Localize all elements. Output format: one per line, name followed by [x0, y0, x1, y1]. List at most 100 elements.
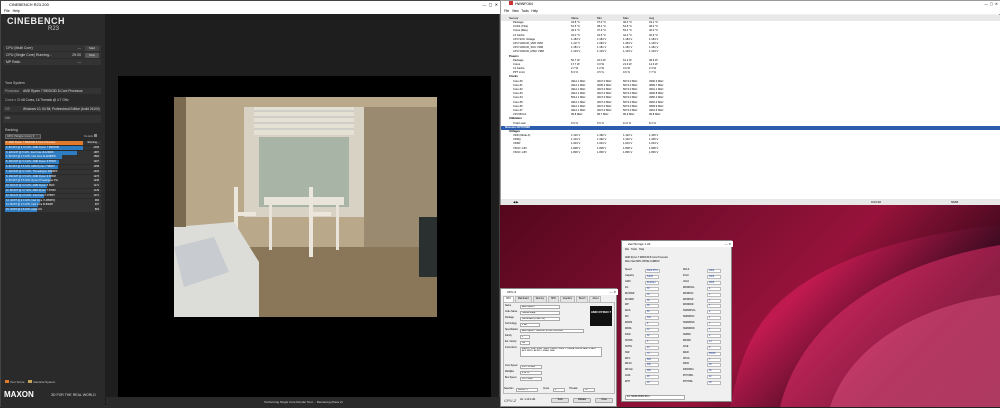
- window-controls[interactable]: — ✕: [725, 241, 731, 247]
- timing-value: 6000 MT/s: [645, 269, 660, 273]
- cpuz-field-label: Technology: [505, 323, 517, 325]
- sensor-avg: 1.806 V: [649, 150, 659, 154]
- cinebench-window: CINEBENCH R23.200 — ▢ ✕ File Help CINEBE…: [0, 0, 501, 408]
- window-title: CPU-Z: [507, 290, 517, 294]
- ranking-row[interactable]: 1. AMD Ryzen 7 9800X3D 8-Core Processor R…: [5, 141, 101, 146]
- ranking-score: 894: [94, 208, 99, 212]
- sensor-row[interactable]: VSOC 1.8V 1.806 V 1.806 V 1.806 V 1.806 V: [501, 151, 1000, 155]
- sys-label: Cores x GHz: [5, 98, 24, 102]
- render-unrendered-left: [118, 76, 174, 397]
- ranking-row[interactable]: 12. 6C/12T @ 2.6 GHz, Intel Core i7-8750…: [5, 193, 101, 199]
- menu-tools[interactable]: Tools: [631, 248, 637, 251]
- ranking-score: 1458: [93, 164, 99, 168]
- ranking-row[interactable]: 11. 8C/16T @ 3.7 GHz, AMD Ryzen 7 3700X 1…: [5, 188, 101, 194]
- window-controls[interactable]: — ▢ ✕: [984, 1, 998, 8]
- ranking-row[interactable]: 10. 6C/12T @ 3.2 GHz, AMD Ryzen 5 3600 11…: [5, 184, 101, 189]
- tools-button[interactable]: Tools: [551, 398, 569, 403]
- ranking-row[interactable]: 14. 8C/8T @ 2.3 GHz, Intel Core i5-8300H…: [5, 203, 101, 208]
- timing-label: tWTRS: [625, 339, 633, 342]
- timing-label: tWRWRSC: [683, 316, 695, 319]
- ranking-select[interactable]: CPU (Single Core) ▾: [5, 134, 41, 139]
- dimm-select[interactable]: A1: 32GB DDR5 SR ▾: [625, 395, 685, 400]
- timing-label: UCLK: [683, 280, 690, 283]
- timing-value: 4: [707, 310, 721, 315]
- timing-value: 1: [707, 292, 721, 297]
- ranking-row[interactable]: 2. 8C/16T @ 4.72 GHz, AMD Ryzen 7 9800X3…: [5, 145, 101, 151]
- maxon-tagline: 3D FOR THE REAL WORLD: [51, 393, 96, 397]
- timing-label: tWRWRDD: [683, 328, 695, 330]
- timing-value: 30: [645, 286, 659, 291]
- timing-label: tRP: [625, 304, 629, 307]
- menu-view[interactable]: View: [512, 9, 519, 13]
- cpuz-field-label: Package: [505, 317, 514, 319]
- timing-value: 680: [645, 369, 659, 374]
- details-toggle[interactable]: Details: [84, 134, 98, 138]
- ranking-label: 13. 4C/8T @ 2.3 GHz, Intel Core i7-4850H…: [6, 198, 56, 202]
- logo-text: CINEBENCH: [7, 16, 66, 26]
- menu-help[interactable]: Help: [13, 9, 20, 13]
- ranking-row[interactable]: 4. 8C/16T @ 2.3 GHz, Intel Core i9-11980…: [5, 155, 101, 160]
- timing-value: 36: [645, 298, 659, 303]
- close-button[interactable]: Close: [595, 398, 613, 403]
- identical-system-swatch: [28, 380, 33, 383]
- cpuz-field-value: 4912.10 MHz: [520, 364, 542, 369]
- validate-button[interactable]: Validate: [573, 398, 591, 403]
- legend-identical: Identical System: [33, 380, 56, 384]
- timing-label: tMODPDA: [683, 369, 694, 372]
- timing-label: tWR: [625, 351, 630, 354]
- stop-button[interactable]: Stop: [85, 53, 99, 58]
- ranking-label: 11. 8C/16T @ 3.7 GHz, AMD Ryzen 7 3700X: [6, 188, 56, 192]
- ranking-label: 3. 12C/24T @ 5 GHz, Intel Core i9-12900K: [6, 150, 54, 154]
- hwinfo-titlebar: HWiNFO64 — ▢ ✕: [501, 1, 1000, 8]
- ranking-row[interactable]: 6. 8C/16T @ 3.6 GHz, AMD Ryzen 7 5800X 14…: [5, 164, 101, 170]
- ranking-row[interactable]: 3. 12C/24T @ 5 GHz, Intel Core i9-12900K…: [5, 150, 101, 155]
- timing-label: tRCDWR: [625, 292, 635, 295]
- menu-file[interactable]: File: [625, 248, 629, 251]
- timing-value: 8: [645, 322, 659, 327]
- ranking-row[interactable]: 8. 16C/32T @ 3.5 GHz, AMD Ryzen 9 3950X 1…: [5, 174, 101, 179]
- timing-value: 5: [645, 339, 659, 344]
- ranking-select-value: CPU (Single Core): [7, 134, 32, 138]
- hwinfo-sensor-table: Package 43.8 °C 37.0 °C 46.0 °C 43.1 °C CCD1 …: [501, 21, 1000, 199]
- ranking-row[interactable]: 5. 16C/32T @ 3.4 GHz, AMD Ryzen 9 5950X 1…: [5, 160, 101, 165]
- ranking-score: 966: [94, 198, 99, 202]
- ranking-row[interactable]: 9. 8C/16T @ 3.5 GHz, Ryzen Threadripper …: [5, 179, 101, 184]
- ranking-row[interactable]: 13. 4C/8T @ 2.3 GHz, Intel Core i7-4850H…: [5, 198, 101, 203]
- timing-value: 3000: [707, 269, 721, 273]
- ranking-row[interactable]: 15. 4C/8T @ 2.8 GHz, Apple M1 894: [5, 208, 101, 213]
- timing-label: tRFCsb: [625, 369, 633, 372]
- start-button[interactable]: Start: [85, 46, 99, 51]
- zentimings-window: ZenTimings 1.32 — ✕ File Tools Help AMD …: [621, 240, 733, 402]
- test-score: ---: [77, 60, 82, 64]
- timing-label: tRDRDSCL: [683, 286, 695, 289]
- test-list: CPU (Multi Core) --- Start CPU (Single C…: [3, 45, 101, 65]
- window-controls[interactable]: — ✕: [610, 289, 616, 295]
- sys-info[interactable]: Info: [3, 115, 101, 123]
- cores-value: 8: [553, 388, 565, 392]
- timing-value: 18: [645, 381, 659, 386]
- socket-select[interactable]: Socket #1: [516, 388, 538, 392]
- timing-value: 64GB: [645, 274, 659, 279]
- cpuz-field-value: AMD Ryzen 7 9800X3D 8-Core Processor: [520, 328, 584, 333]
- timing-label: tWRRD: [683, 333, 691, 336]
- timing-label: tRFC: [625, 357, 631, 360]
- cpuz-field-label: Family: [505, 335, 512, 337]
- timing-value: 28: [645, 375, 659, 380]
- timing-label: MCLK: [683, 269, 690, 271]
- ranking-label: 10. 6C/12T @ 3.2 GHz, AMD Ryzen 5 3600: [6, 184, 55, 188]
- timing-value: 24: [645, 345, 659, 350]
- menu-help[interactable]: Help: [639, 248, 644, 251]
- timing-label: tRFC2: [625, 363, 632, 366]
- menu-tools[interactable]: Tools: [521, 9, 528, 13]
- ranking-row[interactable]: 7. 32C/64T @ 3.7 GHz, Threadripper 3990W…: [5, 169, 101, 175]
- menu-file[interactable]: File: [504, 9, 509, 13]
- maxon-logo: MAXON: [4, 390, 34, 399]
- menu-help[interactable]: Help: [531, 9, 538, 13]
- test-single-core: CPU (Single Core) Running... 29.00 Stop: [3, 52, 101, 58]
- menu-file[interactable]: File: [4, 9, 10, 13]
- cpu-name: AMD Ryzen 7 9800X3D 8-Core Processor: [625, 257, 669, 259]
- ranking-score: 1276: [93, 174, 99, 178]
- window-controls[interactable]: — ▢ ✕: [482, 1, 498, 8]
- ranking-label: 4. 8C/16T @ 2.3 GHz, Intel Core i9-11980…: [6, 155, 56, 159]
- timing-value: 22: [707, 375, 721, 380]
